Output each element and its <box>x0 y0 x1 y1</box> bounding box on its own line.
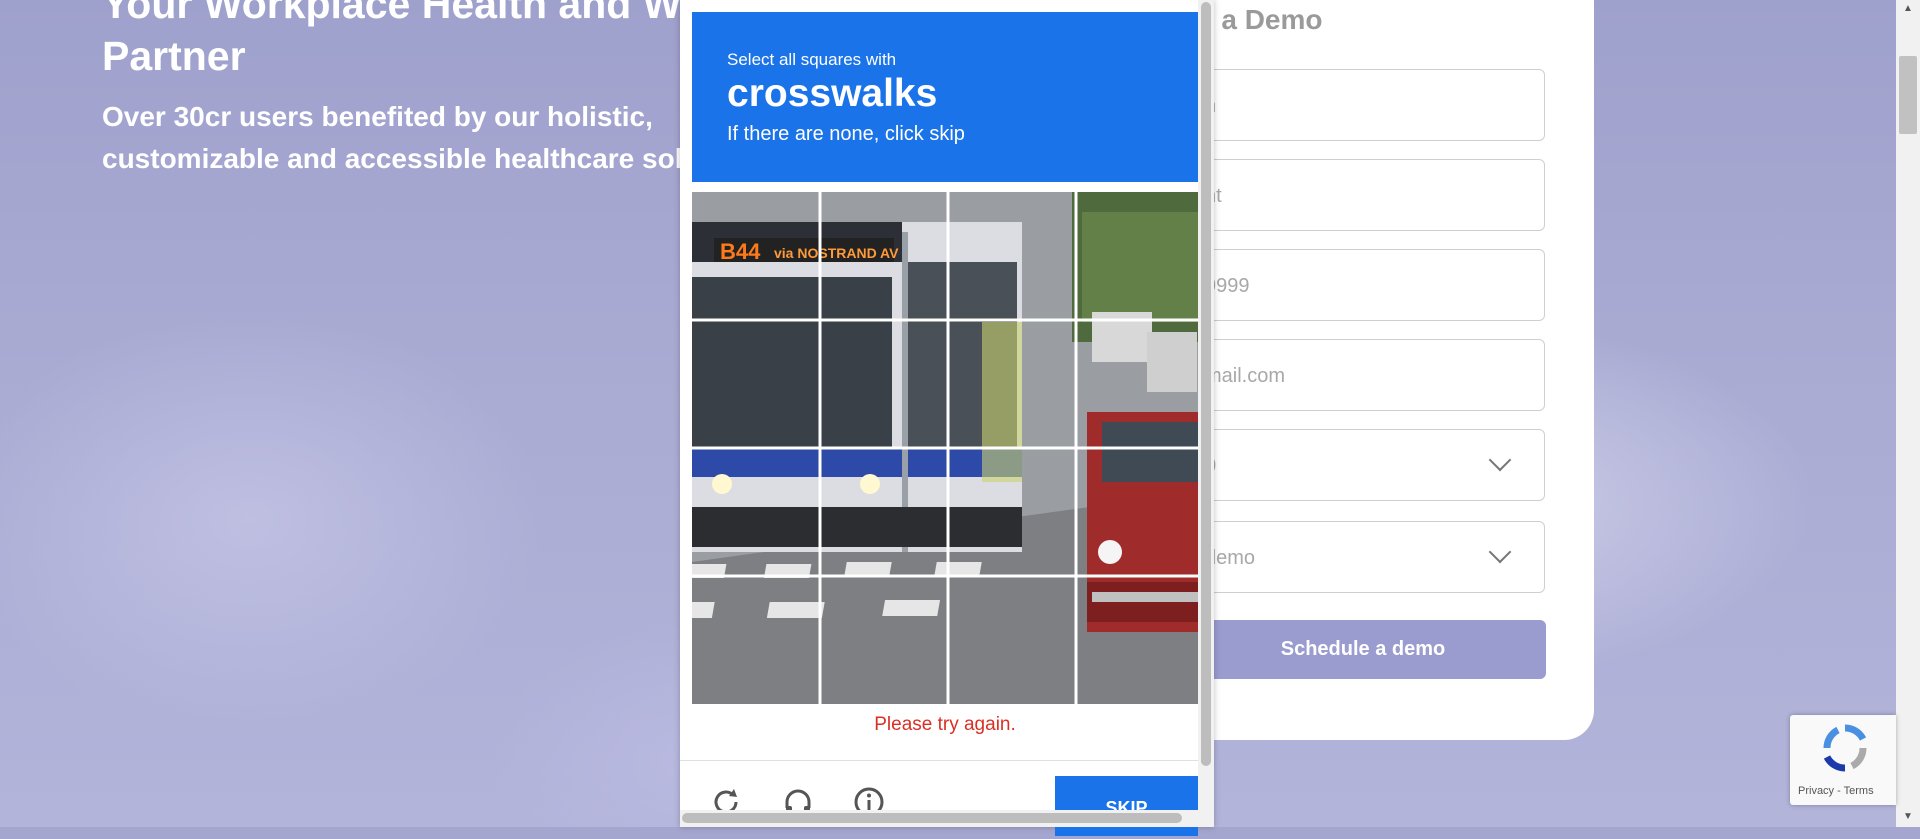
company-field[interactable]: nt <box>1180 159 1545 231</box>
phone-field[interactable]: 9999 <box>1180 249 1545 321</box>
recaptcha-links[interactable]: Privacy - Terms <box>1798 785 1874 797</box>
captcha-header: Select all squares with crosswalks If th… <box>692 12 1198 182</box>
recaptcha-badge[interactable]: Privacy - Terms <box>1790 715 1896 805</box>
captcha-tile-10[interactable] <box>821 450 947 576</box>
chevron-down-icon <box>1488 448 1512 472</box>
captcha-target: crosswalks <box>727 72 938 115</box>
captcha-tile-4[interactable] <box>1078 192 1198 318</box>
captcha-instruction: Select all squares with <box>727 50 897 69</box>
email-field-placeholder: mail.com <box>1205 365 1286 387</box>
email-field[interactable]: mail.com <box>1180 339 1545 411</box>
captcha-tile-16[interactable] <box>1078 578 1198 704</box>
skip-button[interactable]: SKIP <box>1055 776 1198 836</box>
captcha-vertical-scroll-thumb[interactable] <box>1201 2 1211 766</box>
captcha-hint: If there are none, click skip <box>727 123 965 145</box>
captcha-tile-8[interactable] <box>1078 321 1198 447</box>
captcha-tile-7[interactable] <box>950 321 1076 447</box>
captcha-horizontal-scroll-thumb[interactable] <box>682 813 1182 823</box>
captcha-footer-divider <box>680 760 1200 761</box>
schedule-demo-button[interactable]: Schedule a demo <box>1180 620 1546 679</box>
captcha-tile-6[interactable] <box>821 321 947 447</box>
captcha-tile-9[interactable] <box>692 450 818 576</box>
chevron-down-icon <box>1488 540 1512 564</box>
captcha-tile-14[interactable] <box>821 578 947 704</box>
captcha-tile-2[interactable] <box>821 192 947 318</box>
recaptcha-logo-icon <box>1823 724 1867 772</box>
captcha-tile-12[interactable] <box>1078 450 1198 576</box>
demo-type-select[interactable]: demo <box>1180 521 1545 593</box>
captcha-tile-1[interactable] <box>692 192 818 318</box>
captcha-tile-15[interactable] <box>950 578 1076 704</box>
captcha-tile-13[interactable] <box>692 578 818 704</box>
captcha-tile-11[interactable] <box>950 450 1076 576</box>
employee-count-select[interactable]: 0 <box>1180 429 1545 501</box>
captcha-image-grid: B44 via NOSTRAND AV <box>692 192 1198 704</box>
name-field[interactable]: n <box>1180 69 1545 141</box>
captcha-tile-3[interactable] <box>950 192 1076 318</box>
scroll-up-icon[interactable]: ▲ <box>1901 2 1915 16</box>
captcha-error-message: Please try again. <box>874 714 1016 735</box>
captcha-tile-5[interactable] <box>692 321 818 447</box>
form-title: e a Demo <box>1198 4 1323 35</box>
page-scroll-thumb[interactable] <box>1899 56 1917 134</box>
scroll-down-icon[interactable]: ▼ <box>1901 810 1915 824</box>
